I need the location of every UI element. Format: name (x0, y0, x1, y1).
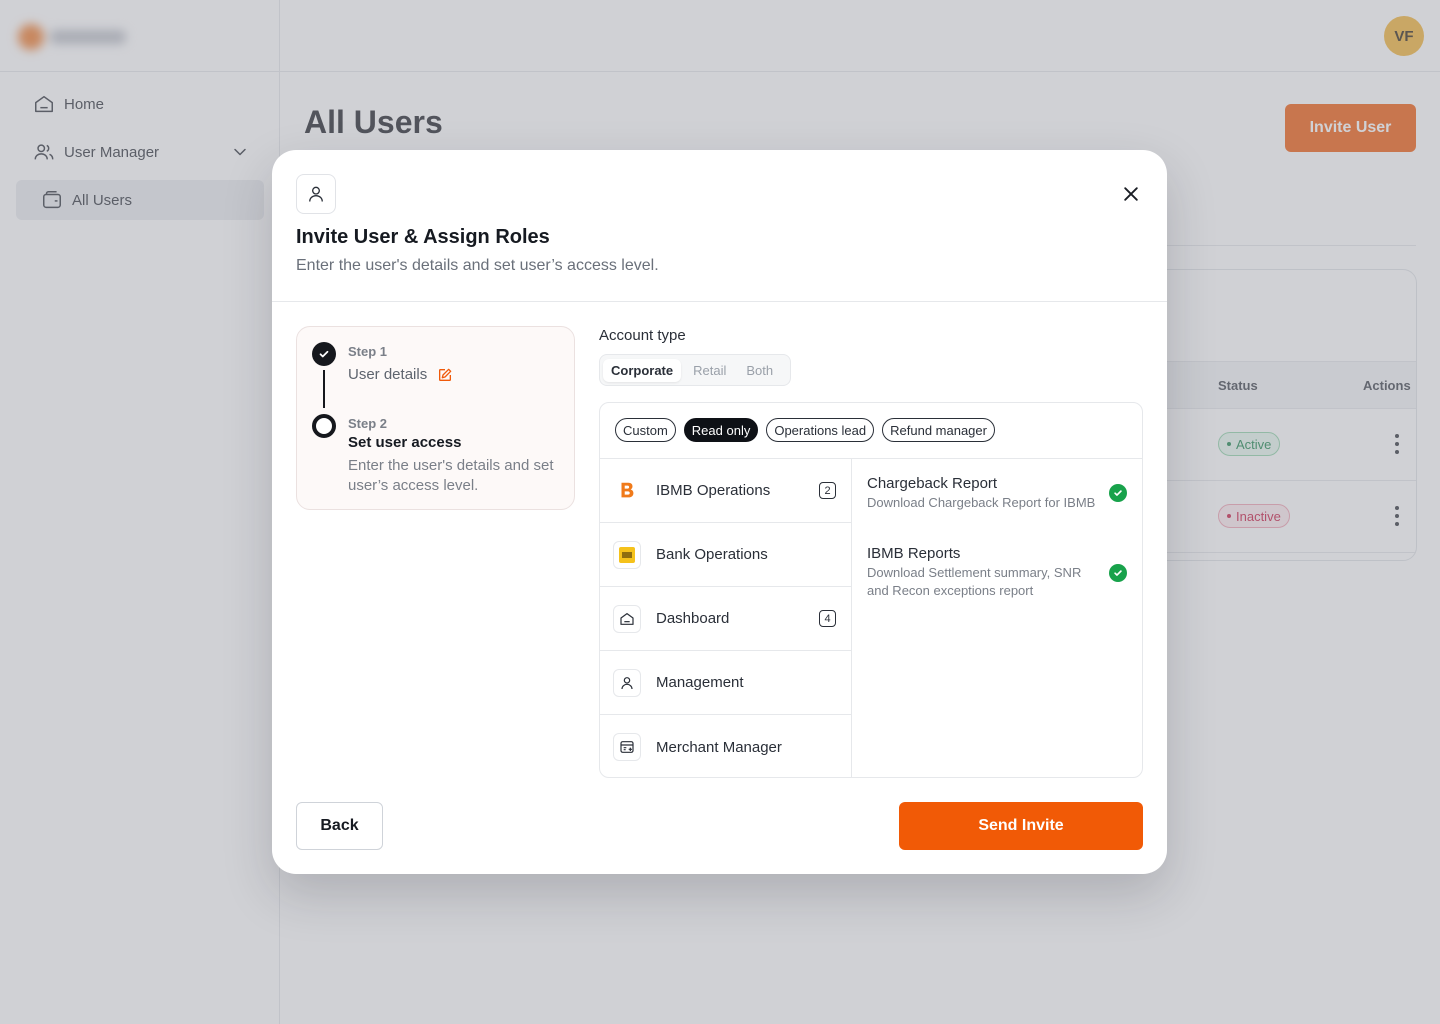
module-name: Bank Operations (656, 546, 768, 563)
module-name: Merchant Manager (656, 738, 782, 756)
account-type-toggle: Corporate Retail Both (599, 354, 791, 386)
module-count: 2 (819, 482, 836, 499)
check-circle-icon[interactable] (1109, 564, 1127, 582)
close-icon[interactable] (1119, 182, 1143, 206)
invite-user-modal: Invite User & Assign Roles Enter the use… (272, 150, 1167, 874)
bank-logo-icon (613, 540, 641, 569)
modal-divider (272, 301, 1167, 302)
module-name: IBMB Operations (656, 482, 771, 499)
role-chip-read-only[interactable]: Read only (683, 418, 759, 442)
stepper: Step 1 User details Step 2 Set user acce… (296, 326, 575, 510)
step-label: Step 2 (348, 416, 388, 431)
step-complete-icon (312, 342, 336, 366)
permission-title: IBMB Reports (867, 545, 961, 562)
role-chip-custom[interactable]: Custom (615, 418, 676, 442)
back-button[interactable]: Back (296, 802, 383, 850)
step-title: User details (348, 366, 428, 383)
role-chip-operations-lead[interactable]: Operations lead (766, 418, 875, 442)
step-current-icon (312, 414, 336, 438)
modal-subtitle: Enter the user's details and set user’s … (296, 257, 659, 274)
send-invite-button[interactable]: Send Invite (899, 802, 1143, 850)
step-label: Step 1 (348, 344, 388, 359)
account-type-label: Account type (599, 327, 686, 344)
permission-description: Download Chargeback Report for IBMB (867, 495, 1096, 510)
module-item-merchant-manager[interactable]: Merchant Manager (600, 715, 851, 777)
user-icon (296, 174, 336, 214)
module-name: Management (656, 674, 744, 691)
roles-panel: Custom Read only Operations lead Refund … (599, 402, 1143, 778)
home-icon (613, 604, 641, 633)
module-list: IBMB Operations 2 Bank Operations Dashbo… (600, 459, 852, 777)
step-title: Set user access (348, 434, 462, 451)
module-item-ibmb-operations[interactable]: IBMB Operations 2 (600, 459, 851, 523)
step-1-value[interactable]: User details (348, 366, 453, 383)
module-name: Dashboard (656, 610, 730, 627)
permission-item[interactable]: IBMB Reports Download Settlement summary… (867, 545, 1127, 600)
ibmb-logo-icon (613, 477, 641, 505)
permission-title: Chargeback Report (867, 475, 998, 492)
step-description: Enter the user's details and set user’s … (348, 457, 554, 494)
permission-item[interactable]: Chargeback Report Download Chargeback Re… (867, 475, 1127, 512)
module-item-bank-operations[interactable]: Bank Operations (600, 523, 851, 587)
permission-description: Download Settlement summary, SNR and Rec… (867, 565, 1082, 598)
account-type-corporate[interactable]: Corporate (603, 358, 682, 382)
role-chips: Custom Read only Operations lead Refund … (615, 418, 995, 442)
module-item-dashboard[interactable]: Dashboard 4 (600, 587, 851, 651)
module-item-management[interactable]: Management (600, 651, 851, 715)
module-count: 4 (819, 610, 836, 627)
role-chip-refund-manager[interactable]: Refund manager (882, 418, 995, 442)
account-type-both[interactable]: Both (738, 359, 781, 382)
check-circle-icon[interactable] (1109, 484, 1127, 502)
step-connector (323, 370, 325, 408)
edit-icon[interactable] (437, 367, 453, 383)
account-type-retail[interactable]: Retail (685, 359, 734, 382)
user-icon (613, 668, 641, 697)
modal-title: Invite User & Assign Roles (296, 226, 550, 248)
merchant-icon (613, 733, 641, 761)
